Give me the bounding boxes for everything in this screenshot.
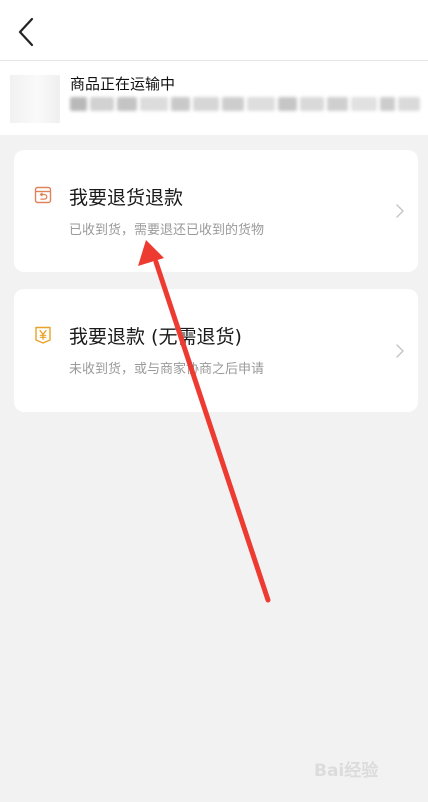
yen-tag-icon (35, 326, 51, 344)
top-nav-bar (0, 0, 428, 61)
product-thumbnail (10, 75, 60, 123)
redacted-product-title (70, 97, 420, 111)
return-box-icon (34, 186, 52, 204)
option-return-and-refund[interactable]: 我要退货退款 已收到货，需要退还已收到的货物 (14, 150, 418, 272)
chevron-right-icon (396, 204, 404, 218)
option-subtitle: 已收到货，需要退还已收到的货物 (69, 223, 265, 238)
chevron-left-icon (18, 17, 34, 47)
option-title: 我要退货退款 (69, 187, 184, 209)
option-title: 我要退款 (无需退货) (69, 326, 242, 348)
option-refund-only[interactable]: 我要退款 (无需退货) 未收到货，或与商家协商之后申请 (14, 289, 418, 412)
back-button[interactable] (8, 12, 44, 52)
option-subtitle: 未收到货，或与商家协商之后申请 (69, 362, 265, 377)
watermark-logo: Bai经验 (314, 761, 379, 781)
chevron-right-icon (396, 344, 404, 358)
shipping-status: 商品正在运输中 (70, 75, 176, 93)
product-info: 商品正在运输中 (0, 61, 428, 135)
